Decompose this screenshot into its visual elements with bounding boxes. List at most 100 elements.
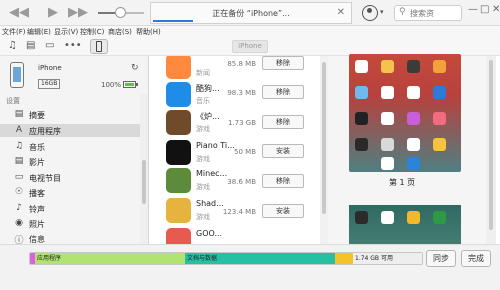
wallet-icon[interactable]	[355, 112, 368, 125]
volume-slider-knob[interactable]	[115, 7, 126, 18]
tv-icon[interactable]: ▭	[45, 40, 54, 51]
calendar-icon[interactable]	[355, 60, 368, 73]
remove-button[interactable]: 移除	[262, 56, 304, 70]
sidebar-item-ringtones[interactable]: ♪ 铃声	[0, 202, 140, 215]
app-icon	[166, 56, 191, 79]
menu-view[interactable]: 显示(V)	[54, 27, 78, 37]
news-app-icon[interactable]	[407, 138, 420, 151]
maximize-icon[interactable]: □	[480, 4, 489, 15]
movie-icon: ▤	[14, 156, 24, 166]
stocks-icon[interactable]	[355, 138, 368, 151]
app-icon	[166, 82, 191, 107]
remove-button[interactable]: 移除	[262, 85, 304, 99]
fast-forward-icon[interactable]: ▶▶	[68, 6, 88, 19]
storage-area	[0, 244, 500, 290]
app-category: 音乐	[196, 97, 210, 105]
minimize-icon[interactable]: —	[468, 4, 478, 15]
messages-icon[interactable]	[407, 157, 420, 170]
sidebar-item-label: 音乐	[29, 143, 45, 152]
sidebar-item-music[interactable]: ♫ 音乐	[0, 140, 140, 153]
app-list-scroll-thumb[interactable]	[322, 62, 326, 214]
app-size: 38.6 MB	[227, 178, 256, 186]
app-size: 50 MB	[234, 148, 256, 156]
device-name-pill: iPhone	[232, 40, 268, 53]
app-icon	[166, 110, 191, 135]
app-icon[interactable]	[407, 211, 420, 224]
sidebar-item-label: 播客	[29, 189, 45, 198]
sidebar-item-photos[interactable]: ◉ 照片	[0, 217, 140, 230]
sidebar-item-label: 照片	[29, 220, 45, 229]
health-icon[interactable]	[381, 112, 394, 125]
done-button[interactable]: 完成	[461, 250, 491, 267]
play-icon[interactable]: ▶	[48, 6, 58, 19]
sidebar: iPhone 16GB ↻ 100% 设置 ▤ 摘要 A 应用程序 ♫ 音乐 ▤…	[0, 56, 149, 244]
app-icon	[166, 228, 191, 244]
app-category: 新闻	[196, 69, 210, 77]
maps-icon[interactable]	[407, 86, 420, 99]
sidebar-item-apps[interactable]: A 应用程序	[0, 124, 140, 137]
menu-store[interactable]: 商店(S)	[108, 27, 132, 37]
camera-app-icon[interactable]	[407, 60, 420, 73]
chevron-down-icon[interactable]: ▾	[380, 8, 384, 16]
app-icon	[166, 198, 191, 223]
music-app-icon[interactable]	[433, 112, 446, 125]
app-icon	[166, 168, 191, 193]
home-screen-page-1[interactable]	[349, 54, 461, 172]
search-input[interactable]	[410, 8, 460, 19]
close-icon[interactable]: ✕	[337, 7, 345, 18]
clock-icon[interactable]	[381, 86, 394, 99]
weather-icon[interactable]	[355, 86, 368, 99]
rewind-icon[interactable]: ◀◀	[9, 6, 29, 19]
sidebar-item-label: 铃声	[29, 205, 45, 214]
sidebar-item-label: 应用程序	[29, 127, 61, 136]
app-icon[interactable]	[355, 211, 368, 224]
preview-scroll-thumb[interactable]	[489, 60, 493, 230]
menu-edit[interactable]: 编辑(E)	[27, 27, 51, 37]
sidebar-item-label: 影片	[29, 158, 45, 167]
info-icon: ⓘ	[14, 236, 24, 244]
podcast-icon: ☉	[14, 187, 24, 197]
sidebar-item-info[interactable]: ⓘ 信息	[0, 232, 140, 244]
install-button[interactable]: 安装	[262, 204, 304, 218]
notes-icon[interactable]	[433, 138, 446, 151]
title-toolbar: ◀◀ ▶ ▶▶ 正在备份 “iPhone”... ✕ ▾ ⚲ — □ ✕	[0, 0, 500, 26]
menu-file[interactable]: 文件(F)	[2, 27, 26, 37]
sidebar-item-label: 信息	[29, 235, 45, 244]
more-icon[interactable]: •••	[64, 40, 82, 51]
menu-controls[interactable]: 控制(C)	[80, 27, 104, 37]
video-icon[interactable]	[433, 86, 446, 99]
install-button[interactable]: 安装	[262, 144, 304, 158]
device-name: iPhone	[38, 64, 62, 72]
device-capacity: 16GB	[38, 79, 61, 89]
books-icon[interactable]	[433, 60, 446, 73]
podcasts-app-icon[interactable]	[407, 112, 420, 125]
sidebar-item-summary[interactable]: ▤ 摘要	[0, 108, 140, 121]
sidebar-item-tv-shows[interactable]: ▭ 电视节目	[0, 171, 140, 184]
close-window-icon[interactable]: ✕	[492, 4, 500, 15]
photos-icon[interactable]	[381, 60, 394, 73]
remove-button[interactable]: 移除	[262, 174, 304, 188]
remove-button[interactable]: 移除	[262, 115, 304, 129]
sidebar-item-movies[interactable]: ▤ 影片	[0, 155, 140, 168]
safari-icon[interactable]	[381, 157, 394, 170]
app-icon[interactable]	[433, 211, 446, 224]
app-name: GOO...	[196, 229, 223, 238]
device-button[interactable]	[90, 39, 108, 54]
sync-icon[interactable]: ↻	[131, 63, 139, 73]
app-icon[interactable]	[381, 211, 394, 224]
settings-icon[interactable]	[381, 138, 394, 151]
sidebar-scroll-thumb[interactable]	[142, 160, 146, 204]
sidebar-item-podcasts[interactable]: ☉ 播客	[0, 186, 140, 199]
music-note-icon[interactable]: ♫	[8, 40, 17, 51]
home-screen-page-2[interactable]	[349, 205, 461, 244]
sync-button[interactable]: 同步	[426, 250, 456, 267]
app-row-goo[interactable]: GOO...	[150, 226, 326, 244]
movie-icon[interactable]: ▤	[26, 40, 35, 51]
sidebar-item-label: 电视节目	[29, 174, 61, 183]
menu-help[interactable]: 帮助(H)	[136, 27, 161, 37]
account-icon[interactable]	[362, 5, 378, 21]
app-name: Shad...	[196, 199, 224, 208]
page-label: 第 1 页	[389, 178, 416, 187]
search-box[interactable]: ⚲	[394, 5, 462, 21]
app-size: 98.3 MB	[227, 89, 256, 97]
